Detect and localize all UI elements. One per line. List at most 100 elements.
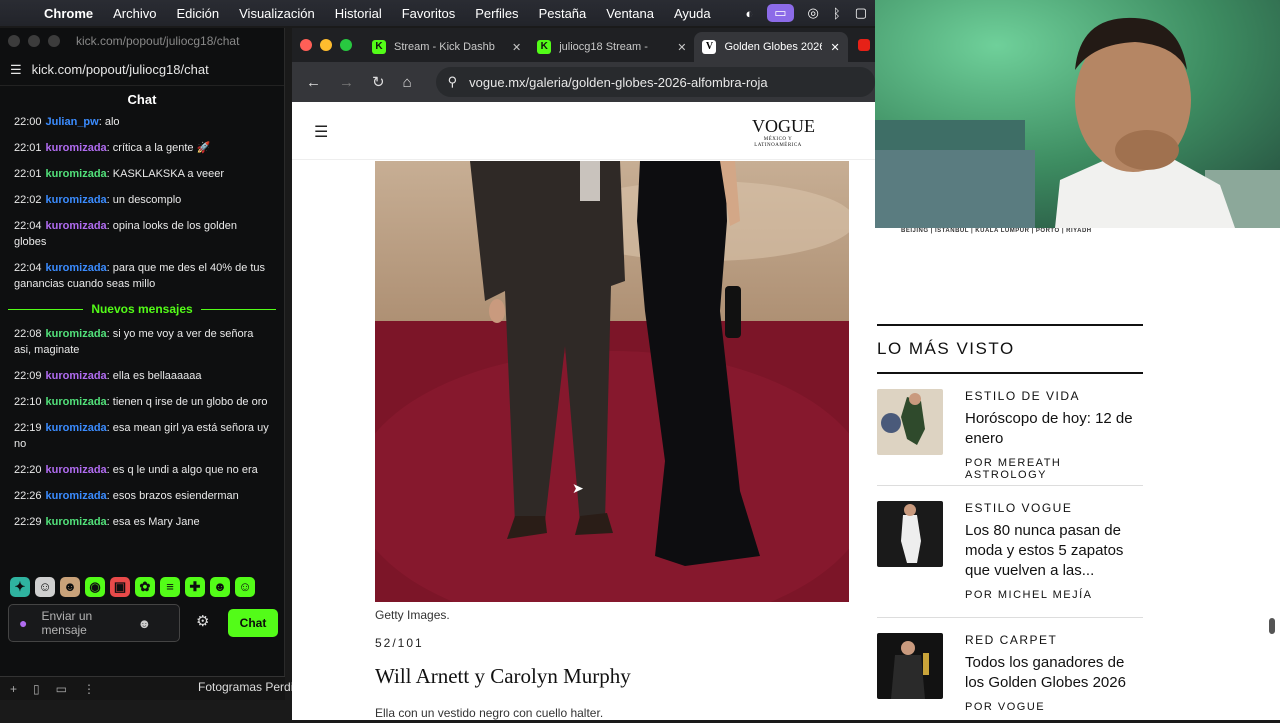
zoom-window-button[interactable] (48, 35, 60, 47)
hamburger-menu-icon[interactable]: ☰ (314, 122, 328, 142)
menu-ventana[interactable]: Ventana (606, 6, 654, 21)
menu-edicion[interactable]: Edición (176, 6, 219, 21)
chat-urlbar[interactable]: ☰ kick.com/popout/juliocg18/chat (0, 54, 284, 86)
add-icon[interactable]: + (10, 682, 17, 696)
message-text: : KASKLAKSKA a veeer (106, 168, 225, 180)
window-icon[interactable]: ▢ (855, 5, 867, 21)
message-username[interactable]: kuromizada (46, 328, 107, 340)
tab-kick-dashboard[interactable]: K Stream - Kick Dashb ✕ (364, 32, 529, 62)
message-username[interactable]: Julian_pw (46, 116, 99, 128)
emote-angry-icon[interactable]: ▣ (110, 577, 130, 597)
message-username[interactable]: kuromizada (46, 370, 107, 382)
emoji-icon[interactable]: ☻ (137, 616, 151, 631)
menu-perfiles[interactable]: Perfiles (475, 6, 518, 21)
message-username[interactable]: kuromizada (46, 168, 107, 180)
home-icon[interactable]: ⌂ (403, 74, 412, 91)
menu-favoritos[interactable]: Favoritos (402, 6, 455, 21)
tab-close-icon[interactable]: ✕ (830, 41, 839, 54)
emote-face2-icon[interactable]: ☺ (235, 577, 255, 597)
site-settings-icon[interactable]: ☰ (10, 62, 22, 78)
menu-app-chrome[interactable]: Chrome (44, 6, 93, 21)
chat-message: 22:29 kuromizada: esa es Mary Jane (0, 514, 284, 530)
chat-message: 22:01 kuromizada: crítica a la gente 🚀 (0, 140, 284, 156)
most-read-title[interactable]: Horóscopo de hoy: 12 de enero (965, 409, 1145, 449)
tab-close-icon[interactable]: ✕ (512, 41, 521, 54)
red-carpet-photo-image (375, 161, 849, 602)
chat-heading: Chat (127, 92, 157, 107)
send-chat-button[interactable]: Chat (228, 609, 278, 637)
message-username[interactable]: kuromizada (46, 220, 107, 232)
menu-historial[interactable]: Historial (335, 6, 382, 21)
shoes-thumbnail[interactable] (877, 501, 943, 567)
menu-ayuda[interactable]: Ayuda (674, 6, 711, 21)
message-text: : es q le undi a algo que no era (106, 464, 258, 476)
emote-frog-icon[interactable]: ✚ (185, 577, 205, 597)
most-read-item[interactable]: ESTILO VOGUE Los 80 nunca pasan de moda … (877, 501, 1143, 631)
emote-cat2-icon[interactable]: ☻ (60, 577, 80, 597)
forward-icon[interactable]: → (339, 74, 354, 91)
message-username[interactable]: kuromizada (46, 142, 107, 154)
most-read-title[interactable]: Los 80 nunca pasan de moda y estos 5 zap… (965, 521, 1145, 581)
kick-favicon-icon: K (372, 40, 386, 54)
webcam-overlay (875, 0, 1280, 228)
minimize-window-button[interactable] (28, 35, 40, 47)
tab-golden-globes[interactable]: V Golden Globes 2026 ✕ (694, 32, 848, 62)
address-bar[interactable]: ⚲ vogue.mx/galeria/golden-globes-2026-al… (435, 67, 875, 97)
message-username[interactable]: kuromizada (46, 194, 107, 206)
emote-alien-icon[interactable]: ✿ (135, 577, 155, 597)
airdrop-icon[interactable]: ◎ (808, 5, 819, 21)
page-scrollbar[interactable] (1269, 618, 1275, 634)
chat-url: kick.com/popout/juliocg18/chat (31, 62, 209, 77)
message-username[interactable]: kuromizada (46, 464, 107, 476)
message-username[interactable]: kuromizada (46, 422, 107, 434)
window-minimize-button[interactable] (320, 39, 332, 51)
screen-record-icon[interactable]: ▭ (767, 4, 794, 22)
message-username[interactable]: kuromizada (46, 516, 107, 528)
more-icon[interactable]: ⋮ (83, 682, 95, 696)
emote-face-icon[interactable]: ☻ (210, 577, 230, 597)
menu-visualizacion[interactable]: Visualización (239, 6, 315, 21)
site-info-icon[interactable]: ⚲ (448, 74, 458, 90)
gallery-headline: Will Arnett y Carolyn Murphy (375, 664, 631, 688)
layers-icon[interactable]: ▭ (56, 682, 67, 696)
message-timestamp: 22:29 (14, 516, 42, 528)
chat-settings-gear-icon[interactable]: ⚙ (196, 612, 209, 630)
most-read-item[interactable]: ESTILO DE VIDA Horóscopo de hoy: 12 de e… (877, 389, 1143, 509)
message-username[interactable]: kuromizada (46, 262, 107, 274)
message-timestamp: 22:00 (14, 116, 42, 128)
emote-cat-icon[interactable]: ☺ (35, 577, 55, 597)
window-zoom-button[interactable] (340, 39, 352, 51)
chat-input-placeholder: Enviar un mensaje (41, 609, 93, 637)
emote-cup-icon[interactable]: ◉ (85, 577, 105, 597)
menu-pestana[interactable]: Pestaña (539, 6, 587, 21)
youtube-tab-icon[interactable] (857, 39, 870, 51)
message-username[interactable]: kuromizada (46, 396, 107, 408)
most-read-item[interactable]: RED CARPET Todos los ganadores de los Go… (877, 633, 1143, 723)
back-icon[interactable]: ← (306, 74, 321, 91)
tab-close-icon[interactable]: ✕ (677, 41, 686, 54)
red-carpet-photo (375, 161, 849, 602)
chat-input[interactable]: ● Enviar un mensaje ☻ (8, 604, 180, 642)
close-window-button[interactable] (8, 35, 20, 47)
message-username[interactable]: kuromizada (46, 490, 107, 502)
bluetooth-icon[interactable]: ᛒ (833, 6, 841, 21)
horoscope-thumbnail[interactable] (877, 389, 943, 455)
most-read-header: LO MÁS VISTO (877, 324, 1143, 374)
tab-juliocg18-stream[interactable]: K juliocg18 Stream - ✕ (529, 32, 694, 62)
new-messages-divider: Nuevos mensajes (8, 302, 276, 316)
chat-window-titlebar: kick.com/popout/juliocg18/chat (0, 28, 284, 54)
vogue-logo[interactable]: VOGUE MÉXICO Y LATINOAMÉRICA (752, 116, 815, 149)
menu-archivo[interactable]: Archivo (113, 6, 156, 21)
cities-strip: BEIJING | ISTANBUL | KUALA LUMPUR | PORT… (901, 228, 1092, 234)
microphone-icon[interactable]: ● (19, 615, 27, 631)
message-timestamp: 22:01 (14, 142, 42, 154)
emote-burger-icon[interactable]: ≡ (160, 577, 180, 597)
message-text: : crítica a la gente 🚀 (106, 142, 211, 154)
window-close-button[interactable] (300, 39, 312, 51)
reload-icon[interactable]: ↻ (372, 73, 385, 91)
status-globe-icon[interactable]: ◐ (745, 6, 753, 21)
golden-globes-thumbnail[interactable] (877, 633, 943, 699)
emote-icon[interactable]: ✦ (10, 577, 30, 597)
trash-icon[interactable]: ▯ (33, 682, 40, 696)
most-read-title[interactable]: Todos los ganadores de los Golden Globes… (965, 653, 1145, 693)
